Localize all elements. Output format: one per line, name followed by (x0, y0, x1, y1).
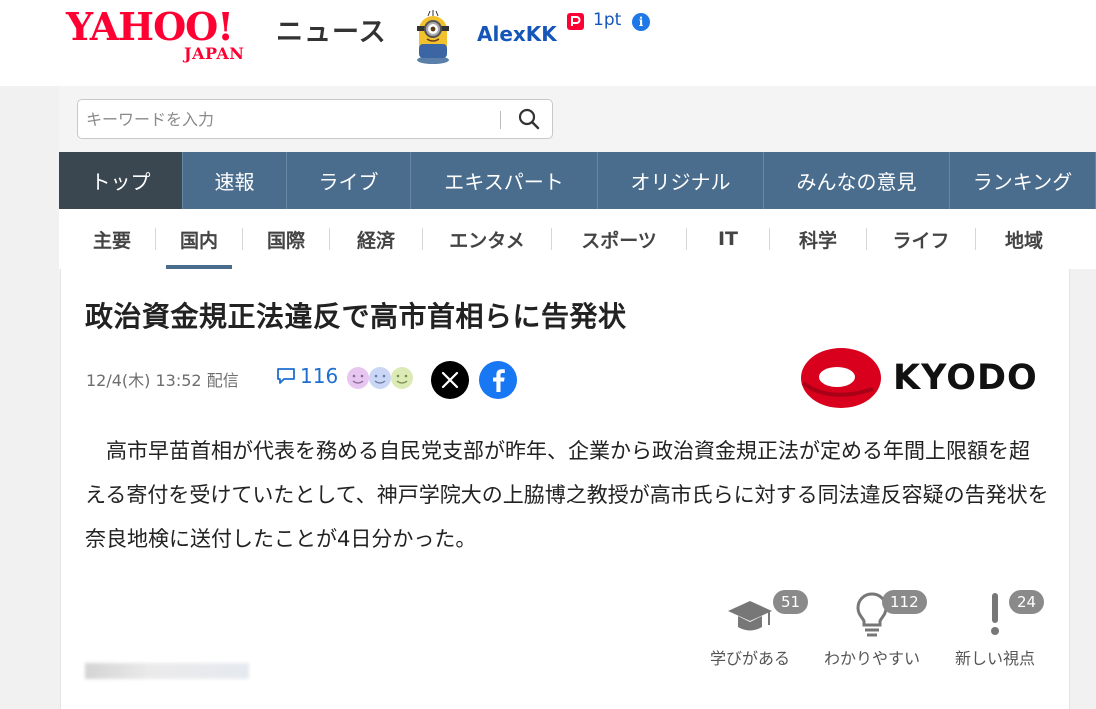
reaction-learn-count: 51 (773, 590, 809, 614)
blurred-placeholder (85, 663, 249, 679)
category-sports[interactable]: スポーツ (552, 209, 686, 269)
search-divider (500, 111, 501, 129)
article-card: 政治資金規正法違反で高市首相らに告発状 12/4(木) 13:52 配信 116 (60, 269, 1070, 709)
reaction-clear-count: 112 (882, 590, 927, 614)
comments-link[interactable]: 116 (275, 364, 338, 388)
category-region[interactable]: 地域 (976, 209, 1072, 269)
nav-tab-opinions[interactable]: みんなの意見 (764, 152, 950, 209)
x-logo-icon (441, 371, 459, 389)
nav-tab-breaking[interactable]: 速報 (183, 152, 287, 209)
global-nav: トップ 速報 ライブ エキスパート オリジナル みんなの意見 ランキング (59, 152, 1096, 209)
comment-bubble-icon (277, 368, 295, 384)
nav-tab-live[interactable]: ライブ (287, 152, 411, 209)
paypay-points-icon[interactable] (567, 13, 584, 30)
reaction-faces-icon (347, 367, 413, 389)
facebook-logo-icon (493, 369, 505, 392)
search-box (77, 99, 553, 139)
category-economy[interactable]: 経済 (330, 209, 422, 269)
kyodo-mark-icon (801, 348, 881, 408)
graduation-cap-icon (728, 601, 772, 631)
search-area (59, 86, 1096, 152)
points-balance[interactable]: 1pt (593, 10, 621, 30)
reaction-learn-label: 学びがある (710, 649, 791, 668)
share-facebook-button[interactable] (479, 361, 517, 399)
share-x-button[interactable] (431, 361, 469, 399)
service-name[interactable]: ニュース (276, 10, 387, 49)
category-domestic[interactable]: 国内 (166, 209, 232, 269)
category-international[interactable]: 国際 (243, 209, 329, 269)
comment-count: 116 (300, 364, 339, 388)
category-entertainment[interactable]: エンタメ (423, 209, 551, 269)
category-life[interactable]: ライフ (867, 209, 975, 269)
username[interactable]: AlexKK (477, 22, 557, 46)
category-main[interactable]: 主要 (69, 209, 155, 269)
info-icon[interactable]: i (632, 13, 650, 31)
reaction-clear-label: わかりやすい (824, 649, 921, 668)
reaction-perspective-label: 新しい視点 (955, 649, 1036, 668)
category-nav: 主要 国内 国際 経済 エンタメ スポーツ IT 科学 ライフ 地域 (59, 209, 1096, 269)
category-science[interactable]: 科学 (770, 209, 866, 269)
article-headline: 政治資金規正法違反で高市首相らに告発状 (85, 300, 627, 333)
reaction-perspective-count: 24 (1009, 590, 1045, 614)
logo-wordmark: YAHOO! (66, 4, 234, 49)
publish-date: 12/4(木) 13:52 配信 (86, 371, 239, 390)
search-icon (518, 108, 540, 130)
user-avatar[interactable] (408, 10, 458, 64)
nav-tab-top[interactable]: トップ (59, 152, 183, 209)
search-input[interactable] (78, 100, 498, 138)
nav-tab-original[interactable]: オリジナル (598, 152, 764, 209)
nav-tab-expert[interactable]: エキスパート (411, 152, 598, 209)
publisher-logo[interactable]: KYODO (799, 345, 1039, 411)
exclamation-icon (991, 593, 999, 635)
yahoo-japan-logo[interactable]: YAHOO! JAPAN (66, 8, 271, 64)
category-separator (155, 228, 156, 250)
category-it[interactable]: IT (687, 209, 769, 269)
search-button[interactable] (506, 100, 552, 138)
article-body: 高市早苗首相が代表を務める自民党支部が昨年、企業から政治資金規正法が定める年間上… (85, 439, 1049, 551)
nav-tab-ranking[interactable]: ランキング (950, 152, 1096, 209)
site-header: YAHOO! JAPAN ニュース AlexKK 1pt i (0, 0, 1096, 86)
logo-subtext: JAPAN (184, 44, 245, 63)
publisher-name: KYODO (893, 358, 1038, 398)
